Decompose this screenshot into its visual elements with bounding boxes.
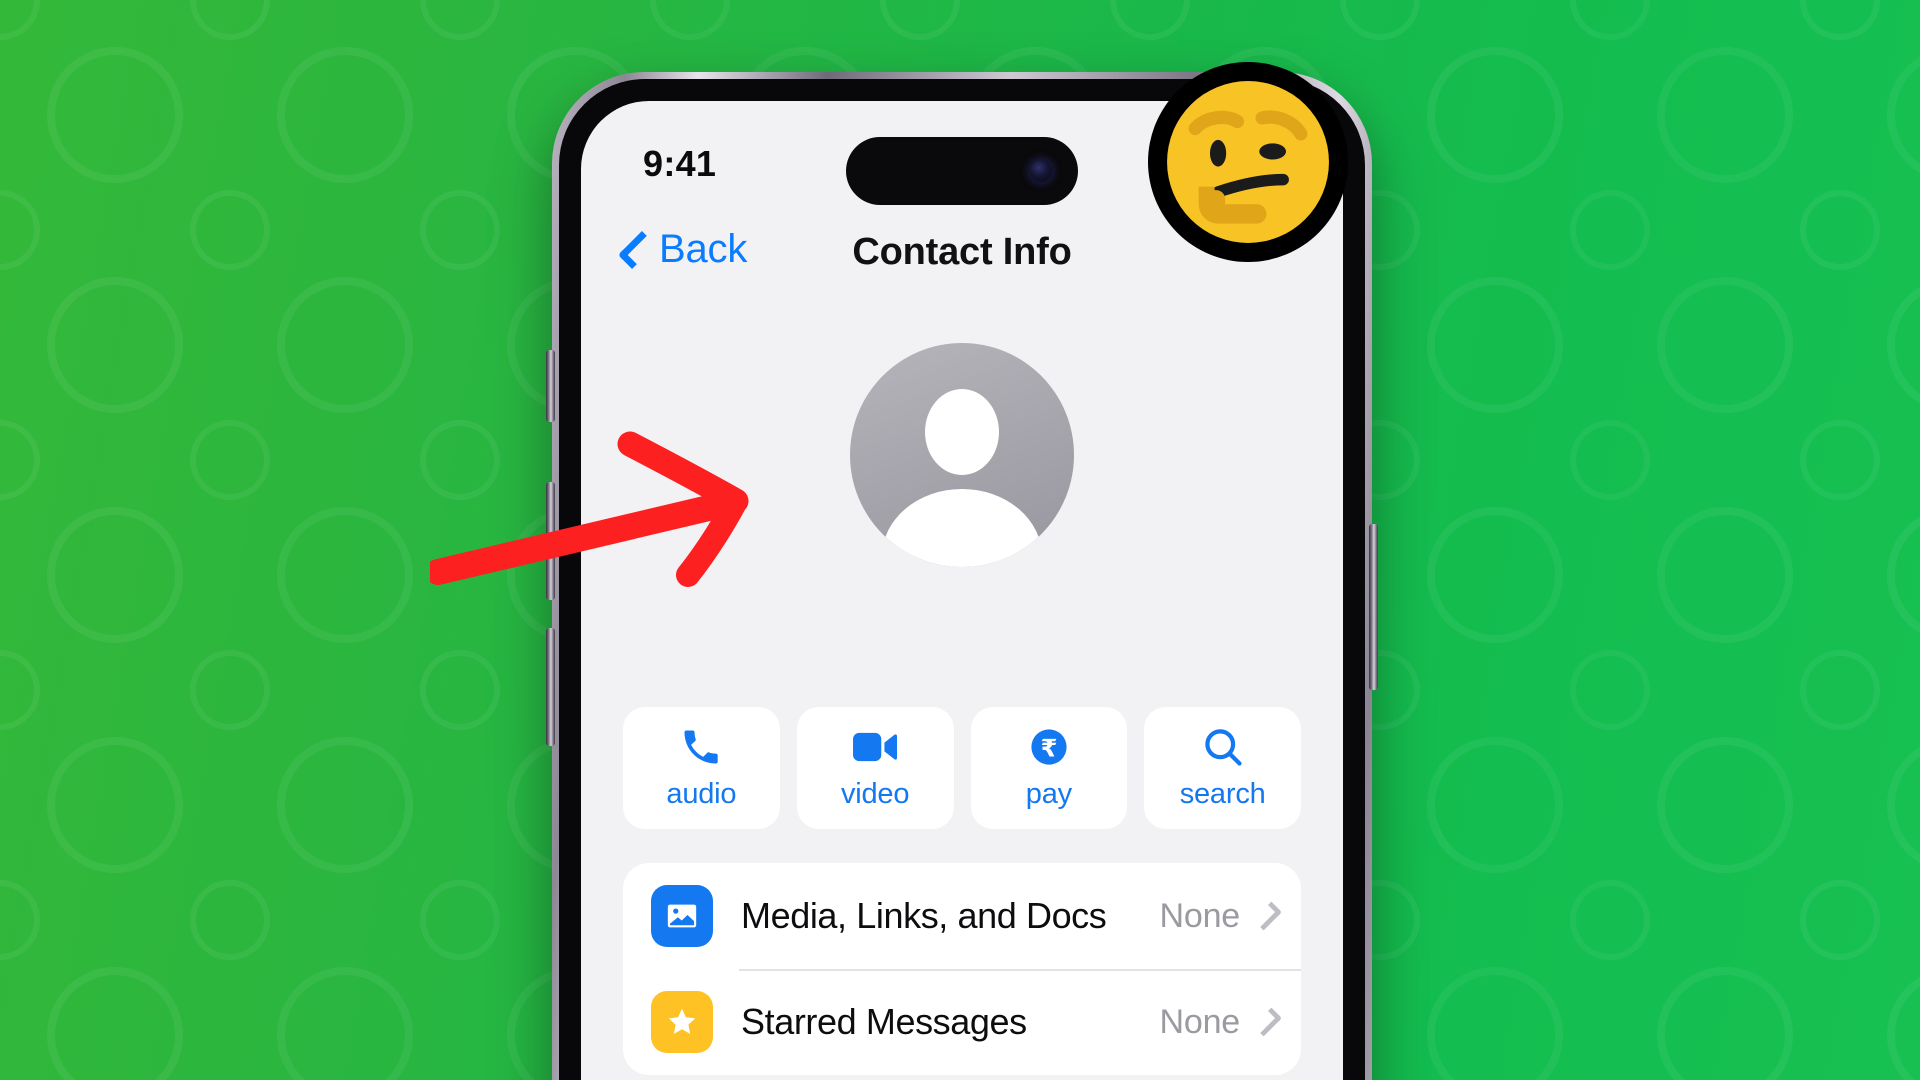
page-title: Contact Info <box>852 231 1072 273</box>
action-label-audio: audio <box>666 778 737 810</box>
star-icon <box>651 991 713 1053</box>
volume-down-button[interactable] <box>546 628 555 746</box>
rupee-pay-icon: ₹ <box>1027 725 1071 769</box>
action-button[interactable] <box>546 350 555 422</box>
list-item-title: Media, Links, and Docs <box>741 895 1107 936</box>
list-item-value: None <box>1159 1002 1241 1041</box>
svg-text:₹: ₹ <box>1040 734 1057 762</box>
video-camera-icon <box>853 725 898 769</box>
action-button-audio[interactable]: audio <box>623 707 780 829</box>
list-item-title: Starred Messages <box>741 1001 1027 1042</box>
action-label-search: search <box>1179 778 1266 810</box>
thinking-face-icon <box>1167 81 1329 243</box>
avatar-head <box>925 389 999 475</box>
contact-info-list: Media, Links, and Docs None Starred Mess… <box>623 863 1301 1075</box>
quick-actions-row: audio video ₹ pay search <box>623 707 1301 829</box>
list-item-media-links-docs[interactable]: Media, Links, and Docs None <box>623 863 1301 969</box>
list-item-starred-messages[interactable]: Starred Messages None <box>623 969 1301 1075</box>
row-divider <box>739 969 1301 971</box>
avatar-shoulders <box>882 489 1042 567</box>
list-item-value: None <box>1159 896 1241 935</box>
back-button[interactable]: Back <box>617 227 748 272</box>
back-button-label: Back <box>659 227 748 271</box>
action-button-video[interactable]: video <box>796 707 954 829</box>
chevron-left-icon <box>617 230 657 269</box>
avatar-placeholder-icon <box>850 343 1074 567</box>
screenshot-canvas: 9:41 Back Contact Info audio video ₹ pay… <box>0 0 1920 1080</box>
action-button-search[interactable]: search <box>1144 707 1301 829</box>
search-icon <box>1201 725 1245 769</box>
thinking-face-emoji-badge <box>1148 62 1348 262</box>
chevron-right-icon <box>1253 901 1282 931</box>
action-label-video: video <box>840 778 910 810</box>
profile-avatar[interactable] <box>850 343 1074 567</box>
photo-icon <box>651 885 713 947</box>
chevron-right-icon <box>1253 1007 1282 1037</box>
dynamic-island <box>846 137 1078 205</box>
status-time: 9:41 <box>643 143 717 184</box>
front-camera-lens-icon <box>1030 160 1052 182</box>
phone-icon <box>679 725 723 769</box>
action-button-pay[interactable]: ₹ pay <box>970 707 1128 829</box>
volume-up-button[interactable] <box>546 482 555 600</box>
action-label-pay: pay <box>1025 778 1072 810</box>
power-button[interactable] <box>1369 524 1378 690</box>
